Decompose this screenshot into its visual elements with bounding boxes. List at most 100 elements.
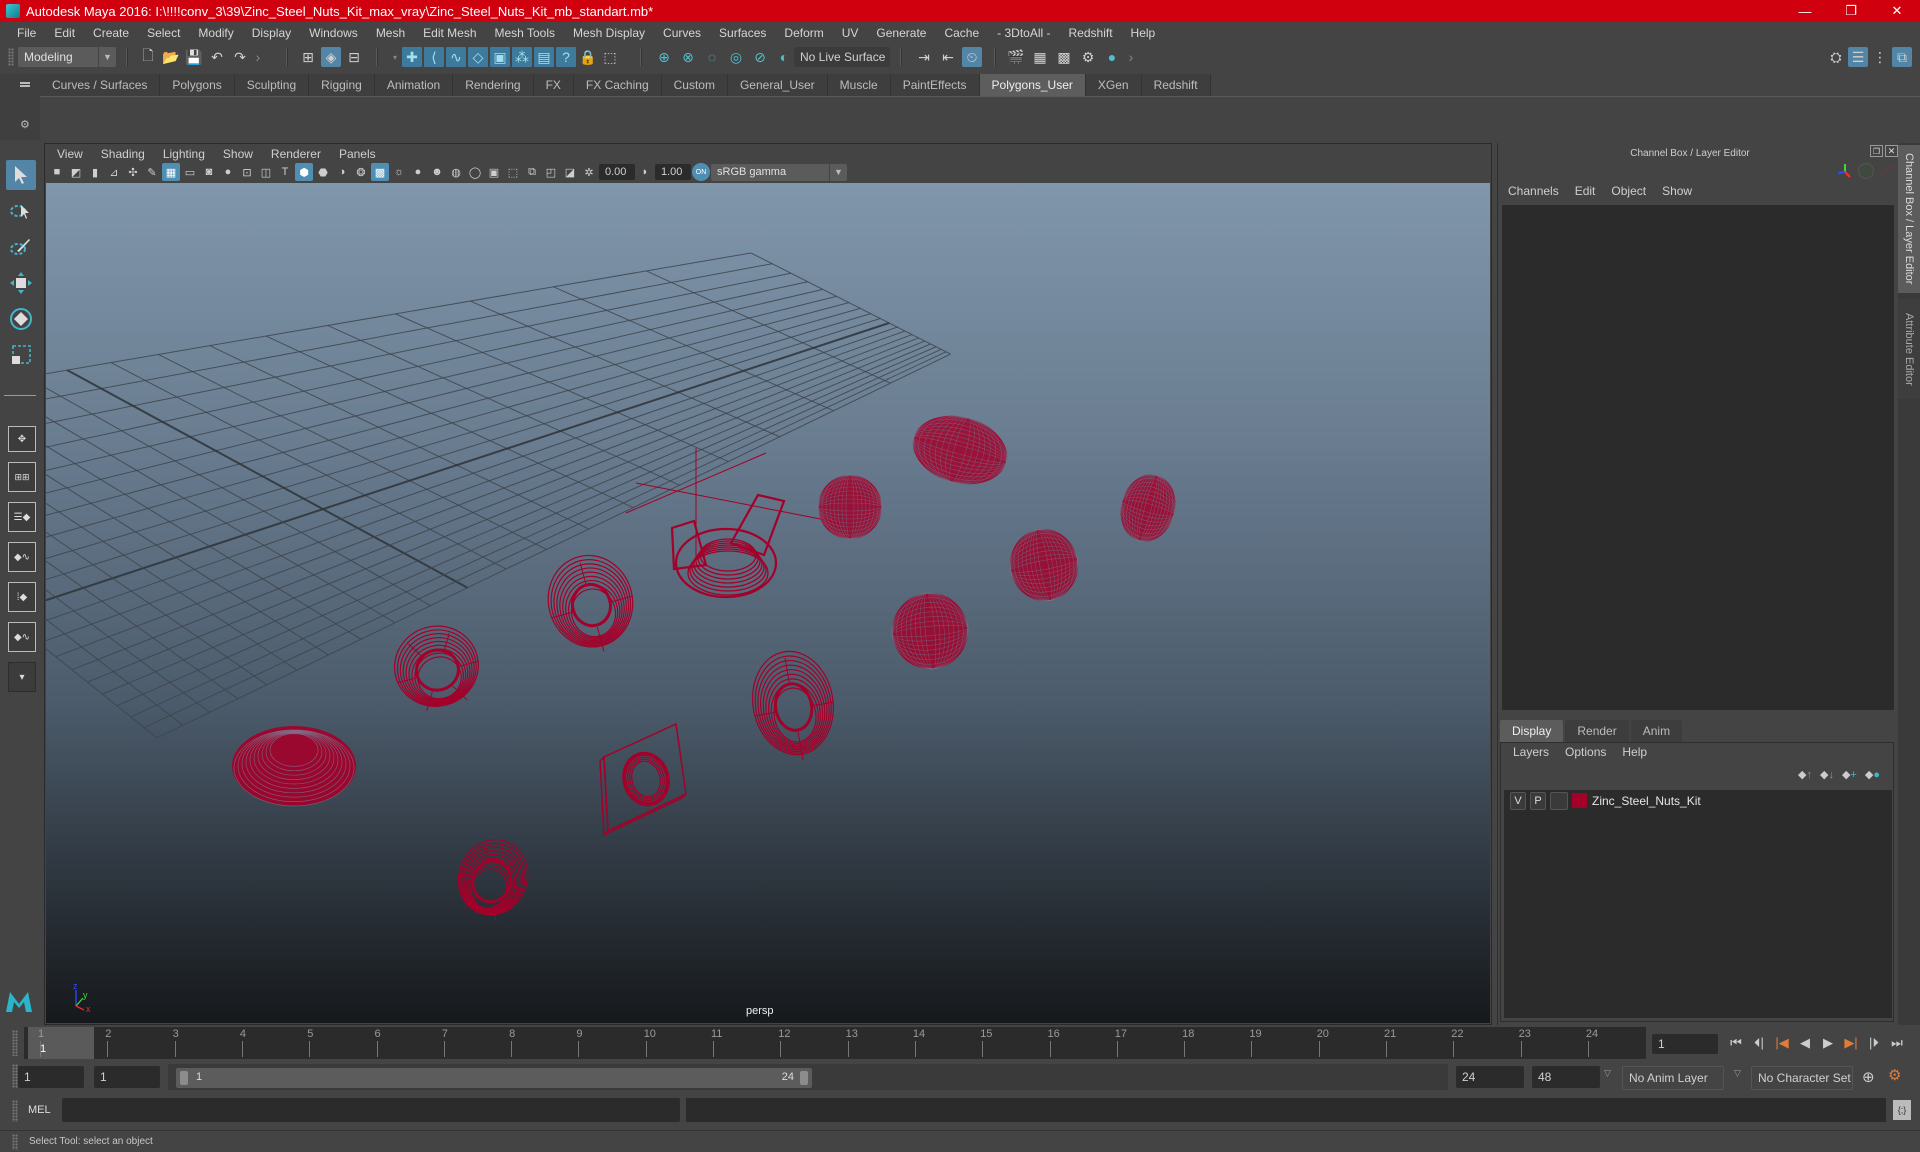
channel-box-menu-edit[interactable]: Edit: [1567, 184, 1604, 202]
step-forward-key-icon[interactable]: ▶|: [1841, 1033, 1861, 1053]
start-time-field[interactable]: 1: [18, 1066, 84, 1088]
snap-to-grids-icon[interactable]: ⊕: [654, 47, 674, 67]
menu-set-dropdown[interactable]: Modeling ▼: [18, 47, 116, 67]
layer-tab-display[interactable]: Display: [1500, 720, 1564, 742]
step-back-key-icon[interactable]: |◀: [1772, 1033, 1792, 1053]
animation-preferences-icon[interactable]: ⚙: [1888, 1066, 1901, 1084]
square-nut-a[interactable]: [745, 645, 843, 767]
menu-deform[interactable]: Deform: [775, 26, 832, 40]
script-editor-icon[interactable]: {;}: [1893, 1100, 1911, 1120]
viewport-menu-lighting[interactable]: Lighting: [154, 147, 214, 161]
depth-of-field-icon[interactable]: ▣: [485, 163, 503, 181]
select-camera-icon[interactable]: ■: [48, 163, 66, 181]
anim-layer-dropdown[interactable]: No Anim Layer: [1622, 1066, 1724, 1090]
menu-mesh[interactable]: Mesh: [367, 26, 414, 40]
menu-edit-mesh[interactable]: Edit Mesh: [414, 26, 485, 40]
range-end-handle[interactable]: [800, 1071, 808, 1085]
step-back-frame-icon[interactable]: ⏴|: [1749, 1033, 1769, 1053]
viewport-menu-shading[interactable]: Shading: [92, 147, 154, 161]
auto-key-icon[interactable]: ⊕: [1862, 1068, 1875, 1086]
menu-curves[interactable]: Curves: [654, 26, 710, 40]
close-panel-icon[interactable]: ✕: [1885, 145, 1898, 157]
layer-tab-render[interactable]: Render: [1565, 720, 1629, 742]
menu-select[interactable]: Select: [138, 26, 189, 40]
castle-nut-a[interactable]: [1004, 524, 1083, 607]
range-start-handle[interactable]: [180, 1071, 188, 1085]
select-misc-icon[interactable]: ?: [556, 47, 576, 67]
shelf-menu-icon[interactable]: [20, 82, 30, 84]
use-all-lights-icon[interactable]: ☼: [390, 163, 408, 181]
grease-pencil-icon[interactable]: ✎: [143, 163, 161, 181]
toolbar-grip[interactable]: [8, 48, 14, 66]
rotate-tool-icon[interactable]: [6, 304, 36, 334]
menu-mesh-display[interactable]: Mesh Display: [564, 26, 654, 40]
layer-menu-help[interactable]: Help: [1614, 745, 1655, 763]
manipulator-icon[interactable]: [1836, 162, 1854, 180]
tool-settings-toggle-icon[interactable]: ⋮: [1870, 47, 1890, 67]
close-button[interactable]: ✕: [1874, 0, 1920, 22]
menu-help[interactable]: Help: [1122, 26, 1165, 40]
minimize-button[interactable]: —: [1782, 0, 1828, 22]
exposure-icon[interactable]: ✲: [580, 163, 598, 181]
textured-icon[interactable]: ▩: [371, 163, 389, 181]
modeling-toolkit-icon[interactable]: ⛭: [1826, 47, 1846, 67]
select-joints-icon[interactable]: ⟨: [424, 47, 444, 67]
shelf-tab-polygons[interactable]: Polygons: [160, 74, 235, 96]
playback-end-field[interactable]: 24: [1456, 1066, 1524, 1088]
grid-toggle-icon[interactable]: ▦: [162, 163, 180, 181]
wireframe-icon[interactable]: ⬢: [295, 163, 313, 181]
save-scene-icon[interactable]: 💾: [184, 47, 204, 67]
render-settings-icon[interactable]: ⚙: [1078, 47, 1098, 67]
wireframe-on-shaded-icon[interactable]: ◑: [333, 163, 351, 181]
shelf-tab-polygons-user[interactable]: Polygons_User: [979, 74, 1086, 96]
menu-redshift[interactable]: Redshift: [1060, 26, 1122, 40]
select-dynamics-icon[interactable]: ⁂: [512, 47, 532, 67]
screen-space-ao-icon[interactable]: ☻: [428, 163, 446, 181]
shelf-tab-xgen[interactable]: XGen: [1085, 74, 1142, 96]
paint-select-tool-icon[interactable]: [6, 232, 36, 262]
go-to-start-icon[interactable]: ⏮: [1726, 1033, 1746, 1053]
resolution-gate-icon[interactable]: ◙: [200, 163, 218, 181]
safe-action-icon[interactable]: ◫: [257, 163, 275, 181]
shelf-tab-animation[interactable]: Animation: [374, 74, 454, 96]
lasso-tool-icon[interactable]: [6, 196, 36, 226]
shadows-icon[interactable]: ●: [409, 163, 427, 181]
shelf-tab-general-user[interactable]: General_User: [727, 74, 828, 96]
camera-ui-icon[interactable]: ◪: [561, 163, 579, 181]
exposure-field[interactable]: 0.00: [599, 164, 635, 180]
speed-toggle-icon[interactable]: [1858, 163, 1874, 179]
snap-to-points-icon[interactable]: ◌: [702, 47, 722, 67]
make-live-icon[interactable]: ◐: [774, 47, 794, 67]
thin-hex-nut[interactable]: [448, 830, 538, 926]
command-input[interactable]: [62, 1098, 680, 1122]
command-language-toggle[interactable]: MEL: [28, 1104, 51, 1116]
xray-icon[interactable]: ❂: [352, 163, 370, 181]
hyperbolic-toggle-icon[interactable]: [1878, 163, 1894, 179]
select-curves-icon[interactable]: ∿: [446, 47, 466, 67]
layer-color-swatch[interactable]: [1572, 793, 1587, 808]
shelf-tab-rigging[interactable]: Rigging: [309, 74, 375, 96]
square-nut-b[interactable]: [599, 722, 687, 837]
shelf-tab-rendering[interactable]: Rendering: [453, 74, 534, 96]
channel-box-toggle-icon[interactable]: ⧉: [1892, 47, 1912, 67]
xray-joints-icon[interactable]: ⧉: [523, 163, 541, 181]
restore-button[interactable]: ❐: [1828, 0, 1874, 22]
shelf-tab-muscle[interactable]: Muscle: [827, 74, 891, 96]
viewport-menu-show[interactable]: Show: [214, 147, 262, 161]
select-by-hierarchy-icon[interactable]: ⊞: [298, 47, 318, 67]
castle-nut-b[interactable]: [889, 590, 971, 672]
snap-to-view-planes-icon[interactable]: ⊘: [750, 47, 770, 67]
menu-file[interactable]: File: [8, 26, 45, 40]
play-backwards-icon[interactable]: ◀: [1795, 1033, 1815, 1053]
shelf-tab-fx-caching[interactable]: FX Caching: [573, 74, 662, 96]
shelf-tab-custom[interactable]: Custom: [661, 74, 728, 96]
hex-nut[interactable]: [386, 617, 488, 717]
viewport-menu-panels[interactable]: Panels: [330, 147, 385, 161]
square-flange-nut[interactable]: [538, 546, 645, 662]
current-frame-field[interactable]: 1: [1652, 1034, 1718, 1054]
move-layer-up-icon[interactable]: ◆↑: [1798, 768, 1812, 781]
menu-generate[interactable]: Generate: [867, 26, 935, 40]
gamma-icon[interactable]: ◗: [636, 163, 654, 181]
timeline-grip[interactable]: [12, 1030, 18, 1056]
menu-modify[interactable]: Modify: [189, 26, 242, 40]
